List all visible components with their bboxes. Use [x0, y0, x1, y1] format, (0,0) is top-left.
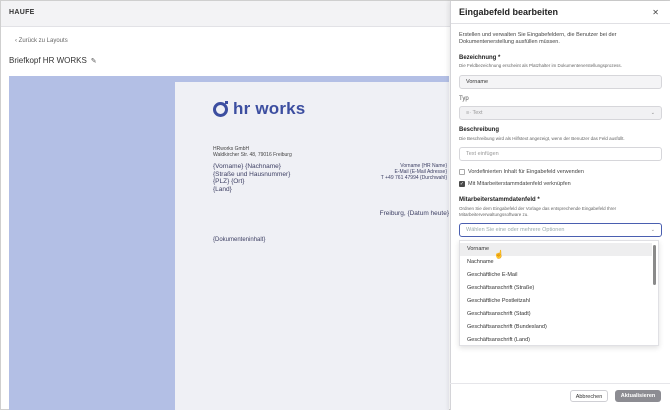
option-item[interactable]: Geschäftsanschrift (Stadt) [460, 308, 652, 321]
option-item[interactable]: Vorname [460, 243, 652, 256]
brand-logo: HAUFE [9, 9, 35, 16]
stammdaten-placeholder: Wählen Sie eine oder mehrere Optionen [466, 227, 565, 233]
beschreibung-placeholder: Text einfügen [466, 151, 499, 157]
option-item[interactable]: Geschäftliche E-Mail [460, 269, 652, 282]
page-title: Briefkopf HR WORKS ✎ [9, 56, 97, 65]
placeholder-line[interactable]: {Land} [213, 186, 290, 194]
close-icon[interactable]: ✕ [652, 8, 659, 17]
checkbox-label: Mit Mitarbeiterstammdatenfeld verknüpfen [468, 181, 571, 187]
stammdaten-label: Mitarbeiterstammdatenfeld * [459, 197, 540, 203]
stammdaten-hint: Ordnen Sie dem Eingabefeld der Vorlage d… [459, 206, 617, 217]
chevron-down-icon: ⌄ [650, 227, 655, 233]
bezeichnung-value: Vorname [466, 79, 489, 85]
placeholder-line[interactable]: {Straße und Hausnummer} [213, 171, 290, 179]
options-dropdown: Vorname Nachname Geschäftliche E-Mail Ge… [459, 240, 659, 346]
logo-text: hr works [233, 99, 306, 118]
beschreibung-label: Beschreibung [459, 127, 500, 133]
divider [451, 23, 670, 24]
typ-select: ≡· Text ⌄ [459, 106, 662, 120]
checkmark-icon[interactable]: ✓ [459, 181, 465, 187]
option-item[interactable]: Geschäftsanschrift (Land) [460, 334, 652, 347]
text-icon: ≡· [466, 110, 472, 116]
typ-label: Typ [459, 96, 469, 102]
link-masterdata-checkbox[interactable]: ✓ Mit Mitarbeiterstammdatenfeld verknüpfe… [459, 181, 571, 187]
bezeichnung-input[interactable]: Vorname [459, 75, 662, 89]
cancel-button[interactable]: Abbrechen [570, 390, 608, 402]
letter-sheet [175, 82, 449, 410]
bezeichnung-hint: Die Feldbezeichnung erscheint als Platzh… [459, 63, 622, 68]
placeholder-line[interactable]: {PLZ} {Ort} [213, 178, 290, 186]
sender-address: HRworks GmbH Waldkircher Str. 48, 79016 … [213, 146, 292, 158]
company-logo: hr works [213, 99, 305, 119]
footer-divider [450, 383, 670, 384]
recipient-placeholders: {Vorname} {Nachname} {Straße und Hausnum… [213, 163, 290, 193]
chevron-down-icon: ⌄ [650, 110, 655, 116]
contact-placeholders: Vorname {HR Name} E-Mail {E-Mail Adresse… [307, 163, 447, 181]
predefined-content-checkbox[interactable]: Vordefinierten Inhalt für Eingabefeld ve… [459, 169, 584, 175]
beschreibung-hint: Die Beschreibung wird als Hilfstext ange… [459, 136, 625, 141]
panel-intro: Erstellen und verwalten Sie Eingabefelde… [459, 32, 617, 45]
page-title-text: Briefkopf HR WORKS [9, 56, 87, 65]
option-item[interactable]: Geschäftsanschrift (Bundesland) [460, 321, 652, 334]
app-window: HAUFE ‹ Zurück zu Layouts Briefkopf HR W… [0, 0, 670, 410]
beschreibung-input[interactable]: Text einfügen [459, 147, 662, 161]
edit-input-field-panel: Eingabefeld bearbeiten ✕ Erstellen und v… [450, 1, 670, 410]
stammdaten-select[interactable]: Wählen Sie eine oder mehrere Optionen ⌄ [459, 223, 662, 237]
document-content-placeholder[interactable]: {Dokumenteninhalt} [213, 237, 265, 243]
option-item[interactable]: Nachname [460, 256, 652, 269]
typ-value: Text [472, 110, 483, 116]
pencil-icon[interactable]: ✎ [91, 58, 97, 65]
city-date-placeholder[interactable]: Freiburg, {Datum heute} [331, 210, 449, 217]
hand-cursor-icon: ☝ [494, 250, 504, 259]
bezeichnung-label: Bezeichnung * [459, 55, 501, 61]
option-item[interactable]: Geschäftsanschrift (Straße) [460, 282, 652, 295]
sender-line: Waldkircher Str. 48, 79016 Freiburg [213, 152, 292, 158]
logo-ring-icon [213, 100, 228, 117]
checkbox-label: Vordefinierten Inhalt für Eingabefeld ve… [468, 169, 584, 175]
dropdown-scrollbar[interactable] [653, 245, 656, 285]
panel-title: Eingabefeld bearbeiten [459, 7, 559, 17]
checkbox-box[interactable] [459, 169, 465, 175]
placeholder-line[interactable]: {Vorname} {Nachname} [213, 163, 290, 171]
update-button[interactable]: Aktualisieren [615, 390, 661, 402]
back-to-layouts-link[interactable]: ‹ Zurück zu Layouts [15, 38, 68, 44]
placeholder-line[interactable]: T +49 761 47994 {Durchwahl} [307, 175, 447, 181]
option-item[interactable]: Geschäftliche Postleitzahl [460, 295, 652, 308]
